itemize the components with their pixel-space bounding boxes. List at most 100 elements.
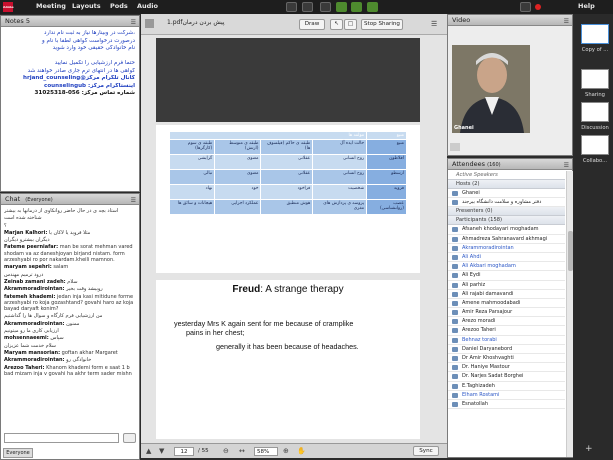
fullscreen-button[interactable]: □ — [344, 19, 357, 30]
pod-menu-icon[interactable]: ☰ — [564, 16, 569, 27]
notes-line: گواهی ها در انتهای ترم جاری صادر خواهند … — [27, 67, 135, 74]
notes-line — [5, 53, 135, 61]
participant-item[interactable]: Ali parhiz — [448, 281, 565, 290]
attendees-count: (160) — [487, 162, 501, 168]
hand-raise-icon[interactable] — [302, 2, 313, 12]
attendee-scrollbar[interactable] — [566, 171, 573, 457]
fit-width-icon[interactable]: ↔ — [239, 447, 245, 455]
send-chat-button[interactable] — [123, 433, 136, 443]
layout-thumb-sharing[interactable] — [581, 69, 609, 89]
participant-name: Amene mahmoodabadi — [462, 299, 521, 306]
page-number-input[interactable]: 12 — [174, 447, 194, 456]
notes-line: کانال تلگرام مرکز@hrjand_counseling — [22, 75, 135, 81]
participant-item[interactable]: Afsaneh khodayari moghadam — [448, 225, 565, 235]
top-menu-bar: Adobe Meeting Layouts Pods Audio Help — [0, 0, 613, 14]
zoom-in-icon[interactable]: ⊕ — [283, 447, 289, 455]
participant-item[interactable]: Akrammoradirointan — [448, 244, 565, 253]
presenters-section[interactable]: Presenters (0) — [448, 207, 565, 217]
next-page-icon[interactable]: ▼ — [159, 447, 164, 455]
video-settings-icon[interactable] — [450, 143, 460, 151]
table-cell: افلاطون — [366, 154, 407, 170]
person-icon — [452, 300, 458, 306]
menu-audio[interactable]: Audio — [137, 2, 158, 10]
participant-item[interactable]: Ahmadreza Sahranavard akhmagi — [448, 235, 565, 244]
table-cell: نهاد — [168, 184, 216, 200]
pointer-tool-button[interactable]: ↖ — [330, 19, 343, 30]
participant-item[interactable]: Ali Eydi — [448, 271, 565, 281]
chat-text: مثلا فروید یا لاکان یا — [48, 229, 91, 236]
participant-item[interactable]: Esnatollah — [448, 400, 565, 410]
document-title: 1.pdfپیش بردن درمان — [167, 19, 225, 26]
notes-title-bar: Notes 5 ☰ — [1, 16, 139, 27]
share-menu-icon[interactable] — [145, 19, 154, 28]
hosts-list: Ghanei دفتر مشاوره و سلامت دانشگاه بیرجند — [448, 189, 565, 208]
status-icon[interactable] — [286, 2, 297, 12]
table-cell: منبع — [366, 139, 407, 155]
table-cell: پروسه ی پردازش های مغزی — [312, 199, 368, 215]
table-row: عصب (روانشناسی) پروسه ی پردازش های مغزی هو… — [168, 199, 407, 215]
layout-thumb-discussion[interactable] — [581, 102, 609, 122]
layout-thumb-copy[interactable] — [581, 24, 609, 44]
chat-message: Akrammoradirointan: خانوادگی رو — [4, 357, 136, 363]
chat-title: Chat — [5, 195, 21, 203]
participant-item[interactable]: E.Taghizadeh — [448, 382, 565, 391]
participant-item[interactable]: Amene mahmoodabadi — [448, 299, 565, 309]
sync-button[interactable]: Sync — [413, 446, 439, 456]
person-icon — [452, 310, 458, 316]
zoom-out-icon[interactable]: ⊖ — [223, 447, 229, 455]
menu-help[interactable]: Help — [578, 2, 595, 10]
host-item[interactable]: دفتر مشاوره و سلامت دانشگاه بیرجند — [448, 198, 565, 208]
webcam-icon[interactable] — [351, 2, 362, 12]
participant-item[interactable]: Arezo moradi — [448, 317, 565, 327]
chat-text: استاد بچه ی در حال حاضر روانکاوی از درما… — [4, 208, 119, 214]
chat-text: سپاس — [50, 335, 64, 342]
participant-name: Behnaz torabi — [462, 336, 497, 343]
microphone-icon[interactable] — [336, 2, 347, 12]
participant-item[interactable]: Dr. Narjes Sadat Borghei — [448, 372, 565, 382]
pod-menu-icon[interactable]: ☰ — [131, 195, 136, 206]
add-layout-icon[interactable]: + — [585, 444, 593, 454]
record-icon[interactable] — [520, 2, 531, 12]
record-indicator-icon[interactable] — [535, 4, 541, 10]
participant-item[interactable]: Daniel Daryanebord — [448, 345, 565, 354]
participant-item[interactable]: Dr Amir Khoshvaghti — [448, 354, 565, 364]
menu-layouts[interactable]: Layouts — [72, 2, 101, 10]
participant-item[interactable]: Behnaz torabi — [448, 336, 565, 345]
pod-menu-icon[interactable]: ☰ — [431, 20, 437, 28]
scrollbar-thumb[interactable] — [568, 231, 573, 271]
pod-menu-icon[interactable]: ☰ — [131, 17, 136, 28]
menu-pods[interactable]: Pods — [110, 2, 128, 10]
stop-sharing-button[interactable]: Stop Sharing — [361, 19, 403, 30]
participants-section[interactable]: Participants (158) — [448, 216, 565, 226]
table-cell: طبقه ی حاکم (فیلسوف ها) — [260, 139, 314, 155]
participant-item[interactable]: Ali rajabi damavandi — [448, 290, 565, 299]
zoom-select[interactable]: 58% — [254, 447, 278, 456]
previous-page-area — [156, 38, 420, 122]
chat-messages: استاد بچه ی در حال حاضر روانکاوی از درما… — [4, 208, 136, 430]
host-item[interactable]: Ghanei — [448, 189, 565, 199]
layout-thumb-collabo[interactable] — [581, 135, 609, 155]
prev-page-icon[interactable]: ▲ — [146, 447, 151, 455]
chat-scope-tab[interactable]: Everyone — [3, 448, 33, 458]
notes-line: درصورت درخواست گواهی لطفا با نام و — [42, 37, 135, 44]
chat-sender: Akrammoradirointan: — [4, 357, 65, 364]
speaker-icon[interactable] — [320, 2, 331, 12]
person-icon — [452, 401, 458, 407]
draw-button[interactable]: Draw — [299, 19, 325, 30]
participant-item[interactable]: Amir Reza Parsajour — [448, 308, 565, 318]
table-cell: ارسطو — [366, 169, 407, 185]
person-icon — [452, 328, 458, 334]
participant-item[interactable]: Dr. Haniye Mastour — [448, 363, 565, 373]
hosts-section[interactable]: Hosts (2) — [448, 180, 565, 189]
hand-tool-icon[interactable]: ✋ — [297, 447, 306, 455]
participant-item[interactable]: Arezoo Taheri — [448, 326, 565, 336]
chat-input[interactable] — [4, 433, 119, 443]
participant-name: Dr. Haniye Mastour — [462, 364, 510, 371]
active-speakers-section: Active Speakers — [448, 171, 565, 180]
menu-meeting[interactable]: Meeting — [36, 2, 66, 10]
share-screen-icon[interactable] — [367, 2, 378, 12]
participant-item[interactable]: Elham Rostami — [448, 391, 565, 400]
participant-item[interactable]: Ali Akbari moghadam — [448, 262, 565, 272]
pod-menu-icon[interactable]: ☰ — [564, 160, 569, 171]
participant-item[interactable]: Ali Ahdi — [448, 253, 565, 263]
